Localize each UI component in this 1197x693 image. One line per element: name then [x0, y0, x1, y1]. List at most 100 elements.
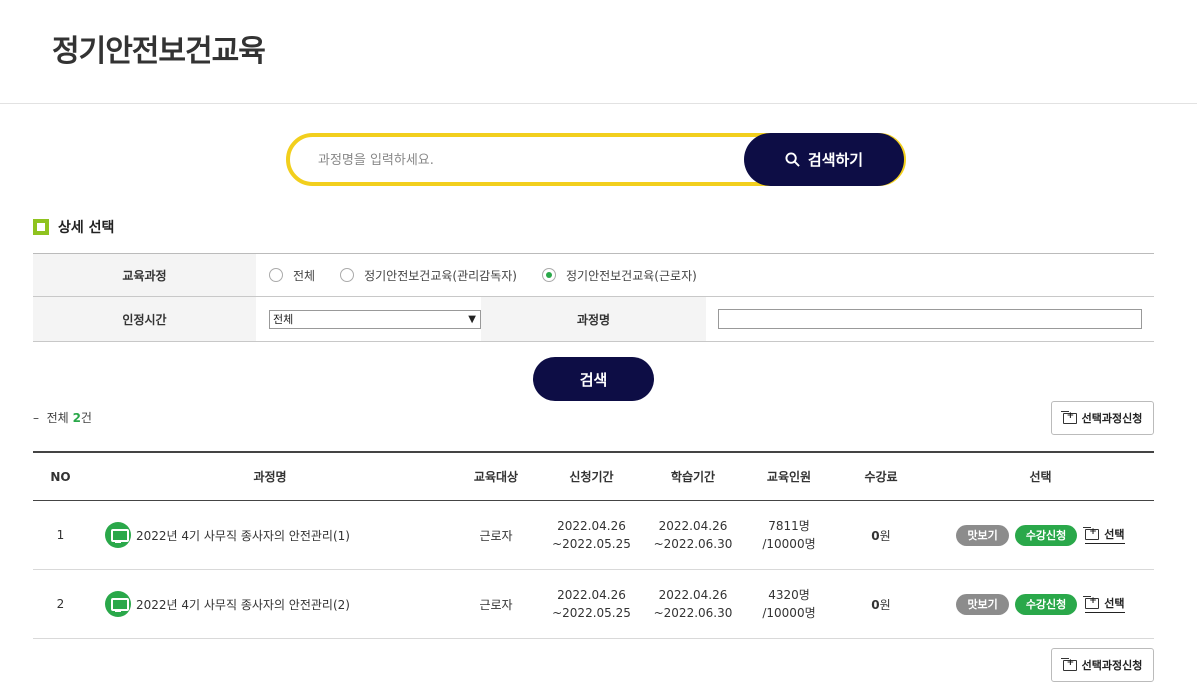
col-no: NO: [50, 469, 71, 484]
row-actions: 맛보기 수강신청 선택: [927, 593, 1154, 615]
apply-selected-button-top[interactable]: 선택과정신청: [1051, 401, 1154, 435]
square-bullet-icon: [33, 219, 49, 235]
search-button[interactable]: 검색하기: [744, 133, 904, 186]
monitor-icon: [105, 522, 131, 548]
add-box-icon: [1083, 595, 1100, 609]
table-row: 1 2022년 4기 사무직 종사자의 안전관리(1) 근로자 2022.04.…: [33, 501, 1154, 570]
radio-label: 정기안전보건교육(관리감독자): [364, 268, 517, 283]
apply-end: ~2022.05.25: [552, 537, 631, 551]
preview-button[interactable]: 맛보기: [956, 524, 1009, 546]
detail-section-title: 상세 선택: [58, 220, 115, 236]
radio-label: 정기안전보건교육(근로자): [565, 268, 697, 283]
course-name[interactable]: 2022년 4기 사무직 종사자의 안전관리(2): [136, 596, 350, 613]
fee-value: 0: [871, 528, 880, 543]
apply-end: ~2022.05.25: [552, 606, 631, 620]
col-name: 과정명: [253, 470, 287, 484]
total-prefix: 전체: [46, 411, 69, 425]
filter-row-hours: 인정시간 전체 ▼ 과정명: [33, 297, 1154, 342]
apply-selected-label: 선택과정신청: [1081, 659, 1143, 672]
learn-end: ~2022.06.30: [653, 537, 733, 551]
name-label: 과정명: [481, 297, 706, 341]
search-icon: [785, 152, 800, 167]
select-label: 선택: [1104, 528, 1125, 541]
row-no: 2: [56, 597, 65, 611]
radio-label: 전체: [293, 268, 316, 283]
monitor-icon: [105, 591, 131, 617]
filter-table: 교육과정 전체 정기안전보건교육(관리감독자) 정기안전보건교육(근로자) 인정…: [33, 253, 1154, 342]
table-header: NO 과정명 교육대상 신청기간 학습기간 교육인원 수강료 선택: [33, 453, 1154, 501]
page-title: 정기안전보건교육: [52, 34, 266, 69]
apply-selected-button-bottom[interactable]: 선택과정신청: [1051, 648, 1154, 682]
hours-label: 인정시간: [33, 297, 256, 341]
row-actions: 맛보기 수강신청 선택: [927, 524, 1154, 546]
add-box-icon: [1083, 526, 1100, 540]
table-row: 2 2022년 4기 사무직 종사자의 안전관리(2) 근로자 2022.04.…: [33, 570, 1154, 639]
radio-circle[interactable]: [269, 268, 283, 282]
row-apply-period: 2022.04.26 ~2022.05.25: [540, 586, 643, 622]
row-target: 근로자: [479, 528, 513, 543]
row-fee: 0원: [835, 527, 927, 544]
chevron-down-icon: ▼: [468, 313, 476, 325]
radio-supervisor[interactable]: 정기안전보건교육(관리감독자): [340, 267, 517, 284]
enroll-button[interactable]: 수강신청: [1014, 524, 1078, 546]
course-name-cell[interactable]: 2022년 4기 사무직 종사자의 안전관리(1): [88, 522, 452, 548]
search-input[interactable]: [318, 148, 738, 172]
course-table: NO 과정명 교육대상 신청기간 학습기간 교육인원 수강료 선택 1 2022…: [33, 451, 1154, 639]
capacity: /10000명: [762, 537, 816, 551]
col-select: 선택: [1029, 470, 1052, 484]
select-button[interactable]: 선택: [1083, 526, 1125, 544]
col-apply-period: 신청기간: [569, 469, 614, 484]
hours-select[interactable]: 전체 ▼: [269, 309, 481, 329]
learn-end: ~2022.06.30: [653, 606, 733, 620]
search-button-label: 검색하기: [807, 151, 864, 169]
course-label: 교육과정: [33, 254, 256, 296]
course-name-cell[interactable]: 2022년 4기 사무직 종사자의 안전관리(2): [88, 591, 452, 617]
radio-circle[interactable]: [340, 268, 355, 282]
col-fee: 수강료: [864, 470, 898, 484]
capacity: /10000명: [762, 606, 816, 620]
row-count: 4320명 /10000명: [743, 586, 835, 622]
row-apply-period: 2022.04.26 ~2022.05.25: [540, 517, 643, 553]
course-radio-group: 전체 정기안전보건교육(관리감독자) 정기안전보건교육(근로자): [256, 254, 1154, 296]
add-box-icon: [1060, 657, 1077, 671]
total-suffix: 건: [80, 411, 92, 425]
hours-select-cell: 전체 ▼: [256, 297, 481, 341]
apply-selected-label: 선택과정신청: [1081, 412, 1143, 425]
col-target: 교육대상: [473, 470, 519, 484]
dash: –: [33, 411, 47, 425]
radio-worker[interactable]: 정기안전보건교육(근로자): [541, 267, 697, 284]
course-name-input[interactable]: [718, 309, 1142, 329]
fee-value: 0: [871, 597, 880, 612]
row-learn-period: 2022.04.26 ~2022.06.30: [643, 586, 743, 622]
filter-row-course: 교육과정 전체 정기안전보건교육(관리감독자) 정기안전보건교육(근로자): [33, 254, 1154, 297]
apply-start: 2022.04.26: [557, 519, 626, 533]
radio-circle-selected[interactable]: [541, 268, 556, 282]
total-count: – 전체 2건: [33, 409, 92, 426]
radio-all[interactable]: 전체: [269, 267, 315, 284]
filter-search-button[interactable]: 검색: [533, 357, 654, 401]
preview-button[interactable]: 맛보기: [956, 593, 1009, 615]
detail-section-heading: 상세 선택: [33, 217, 114, 237]
enroll-button[interactable]: 수강신청: [1014, 593, 1078, 615]
apply-start: 2022.04.26: [557, 588, 626, 602]
fee-unit: 원: [879, 528, 891, 543]
name-input-cell: [706, 297, 1154, 341]
row-learn-period: 2022.04.26 ~2022.06.30: [643, 517, 743, 553]
row-count: 7811명 /10000명: [743, 517, 835, 553]
row-target: 근로자: [479, 597, 513, 612]
enrolled-count: 4320명: [768, 588, 810, 602]
learn-start: 2022.04.26: [658, 588, 728, 602]
row-no: 1: [56, 528, 65, 542]
add-box-icon: [1060, 410, 1077, 424]
learn-start: 2022.04.26: [658, 519, 728, 533]
course-name[interactable]: 2022년 4기 사무직 종사자의 안전관리(1): [136, 527, 350, 544]
total-number: 2: [72, 411, 81, 425]
fee-unit: 원: [879, 597, 891, 612]
select-label: 선택: [1104, 597, 1125, 610]
col-count: 교육인원: [766, 469, 812, 484]
page-header: 정기안전보건교육: [0, 0, 1197, 104]
select-button[interactable]: 선택: [1083, 595, 1125, 613]
enrolled-count: 7811명: [768, 519, 810, 533]
col-learn-period: 학습기간: [670, 469, 716, 484]
hours-select-value: 전체: [273, 313, 294, 326]
